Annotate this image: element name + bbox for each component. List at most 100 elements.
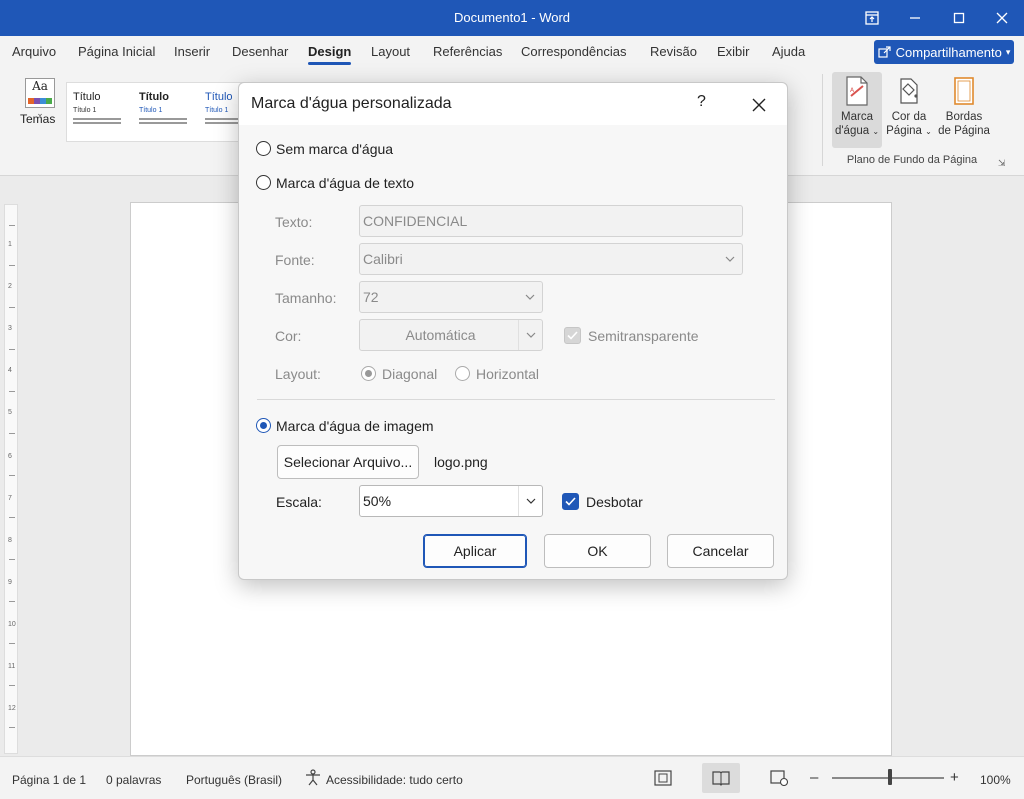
tab-ajuda[interactable]: Ajuda: [772, 44, 805, 59]
no-watermark-label[interactable]: Sem marca d'água: [276, 141, 393, 157]
style-heading: Título: [139, 91, 169, 103]
accessibility-icon: [304, 769, 322, 790]
focus-mode-icon[interactable]: [644, 763, 682, 793]
style-sub: Título 1: [73, 107, 97, 114]
tab-design[interactable]: Design: [308, 44, 352, 65]
style-sub: Título 1: [139, 107, 163, 114]
apply-button[interactable]: Aplicar: [423, 534, 527, 568]
zoom-slider-thumb[interactable]: [888, 769, 892, 785]
page-color-button[interactable]: Cor da Página ⌄: [884, 76, 934, 139]
layout-horizontal-radio[interactable]: [455, 366, 470, 381]
close-window-icon[interactable]: [980, 0, 1024, 36]
style-card[interactable]: Título Título 1: [133, 83, 193, 141]
help-icon[interactable]: ?: [697, 93, 706, 111]
font-select-value: Calibri: [363, 251, 403, 267]
ruler-number: 12: [8, 705, 16, 712]
select-file-label: Selecionar Arquivo...: [283, 454, 413, 470]
no-watermark-radio[interactable]: [256, 141, 271, 156]
maximize-icon[interactable]: [937, 0, 981, 36]
themes-button[interactable]: Aa Temas ⌄: [20, 78, 60, 126]
color-select-value: Automática: [405, 327, 476, 343]
image-watermark-label[interactable]: Marca d'água de imagem: [276, 418, 434, 434]
zoom-in-icon[interactable]: +: [950, 769, 959, 786]
watermark-button[interactable]: A Marca d'água ⌄: [832, 72, 882, 148]
tab-desenhar[interactable]: Desenhar: [232, 44, 288, 59]
ribbon-display-icon[interactable]: [850, 0, 894, 36]
share-button[interactable]: Compartilhamento ▾: [874, 40, 1014, 64]
size-select[interactable]: 72: [359, 281, 543, 313]
page-borders-label-1: Bordas: [945, 111, 983, 123]
title-bar: Documento1 - Word: [0, 0, 1024, 36]
tab-arquivo[interactable]: Arquivo: [12, 44, 56, 59]
page-color-label-2: Página: [886, 125, 922, 137]
tab-exibir[interactable]: Exibir: [717, 44, 750, 59]
color-select[interactable]: Automática: [359, 319, 543, 351]
minimize-icon[interactable]: [893, 0, 937, 36]
apply-label: Aplicar: [453, 543, 497, 559]
tab-revisao[interactable]: Revisão: [650, 44, 697, 59]
chevron-down-icon: [518, 320, 542, 350]
close-icon[interactable]: [751, 91, 767, 119]
themes-icon: Aa: [25, 78, 55, 108]
style-card[interactable]: Título Título 1: [67, 83, 127, 141]
page-borders-button[interactable]: Bordas de Página: [936, 76, 992, 138]
cancel-button[interactable]: Cancelar: [667, 534, 774, 568]
select-file-button[interactable]: Selecionar Arquivo...: [277, 445, 419, 479]
dialog-title: Marca d'água personalizada: [251, 95, 452, 112]
themes-label: Temas: [20, 112, 56, 126]
zoom-out-icon[interactable]: –: [810, 769, 818, 786]
watermark-icon: A: [846, 76, 868, 106]
chevron-down-icon: ⌄: [925, 127, 932, 136]
style-set-gallery: Título Título 1 Título Título 1 Título T…: [66, 82, 246, 142]
color-label: Cor:: [275, 328, 302, 344]
tab-referencias[interactable]: Referências: [433, 44, 502, 59]
share-label: Compartilhamento: [895, 44, 1002, 60]
washout-checkbox[interactable]: [562, 493, 579, 510]
language-status[interactable]: Português (Brasil): [186, 773, 282, 787]
theme-tile-text: Aa: [32, 79, 48, 93]
ruler-number: 11: [8, 663, 16, 670]
text-watermark-radio[interactable]: [256, 175, 271, 190]
scale-select[interactable]: 50%: [359, 485, 543, 517]
zoom-level[interactable]: 100%: [980, 773, 1011, 787]
page-count[interactable]: Página 1 de 1: [12, 773, 86, 787]
watermark-label-2: d'água: [834, 125, 870, 137]
text-input[interactable]: CONFIDENCIAL: [359, 205, 743, 237]
layout-horizontal-label: Horizontal: [476, 366, 540, 382]
page-borders-icon: [954, 77, 974, 105]
word-count[interactable]: 0 palavras: [106, 773, 161, 787]
washout-label[interactable]: Desbotar: [586, 494, 643, 510]
chevron-down-icon: [718, 244, 742, 274]
tab-inserir[interactable]: Inserir: [174, 44, 210, 59]
ok-label: OK: [587, 543, 608, 559]
accessibility-status[interactable]: Acessibilidade: tudo certo: [326, 773, 463, 787]
tab-pagina-inicial[interactable]: Página Inicial: [78, 44, 155, 59]
group-separator: [822, 74, 823, 166]
ruler-number: 8: [8, 537, 12, 544]
read-mode-icon[interactable]: [702, 763, 740, 793]
style-sub: Título 1: [205, 107, 229, 114]
font-select[interactable]: Calibri: [359, 243, 743, 275]
tab-layout[interactable]: Layout: [371, 44, 410, 59]
cancel-label: Cancelar: [692, 543, 749, 559]
ruler-number: 10: [8, 621, 16, 628]
web-layout-icon[interactable]: [760, 763, 798, 793]
image-watermark-radio[interactable]: [256, 418, 271, 433]
chevron-down-icon: ▾: [1005, 46, 1011, 57]
size-select-value: 72: [363, 289, 379, 305]
layout-diagonal-label: Diagonal: [382, 366, 438, 382]
semitransparent-checkbox[interactable]: [564, 327, 581, 344]
page-borders-label-2: de Página: [938, 125, 990, 137]
text-watermark-label[interactable]: Marca d'água de texto: [276, 175, 414, 191]
status-bar: Página 1 de 1 0 palavras Português (Bras…: [0, 756, 1024, 799]
ruler-number: 2: [8, 283, 12, 290]
dialog-launcher-icon[interactable]: ⇲: [998, 158, 1006, 169]
ok-button[interactable]: OK: [544, 534, 651, 568]
ruler-number: 9: [8, 579, 12, 586]
ruler-number: 4: [8, 367, 12, 374]
page-color-label-1: Cor da: [891, 111, 927, 123]
selected-file-name: logo.png: [434, 454, 488, 470]
tab-correspondencias[interactable]: Correspondências: [521, 44, 627, 59]
ruler-number: 6: [8, 453, 12, 460]
layout-diagonal-radio[interactable]: [361, 366, 376, 381]
